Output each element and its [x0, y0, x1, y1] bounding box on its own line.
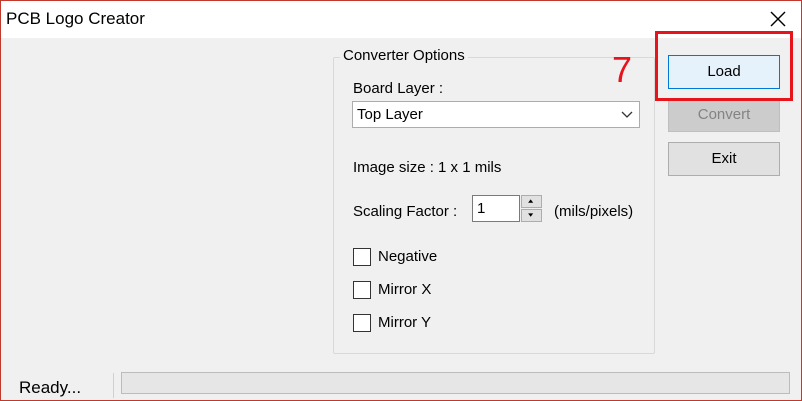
load-button-highlight	[655, 31, 793, 101]
spin-up-button[interactable]	[521, 195, 542, 208]
convert-button[interactable]: Convert	[668, 98, 780, 132]
status-bar: Ready...	[4, 371, 800, 400]
step-number-annotation: 7	[612, 49, 633, 90]
progress-bar	[121, 372, 790, 394]
chevron-down-icon	[621, 111, 633, 118]
mirror-y-checkbox[interactable]	[353, 314, 371, 332]
close-icon[interactable]	[767, 8, 789, 30]
pcb-logo-creator-window: PCB Logo Creator Converter Options Board…	[0, 0, 802, 401]
image-size-text: Image size : 1 x 1 mils	[353, 159, 502, 176]
negative-checkbox[interactable]	[353, 248, 371, 266]
mirror-y-label: Mirror Y	[378, 314, 432, 331]
triangle-up-icon	[528, 199, 534, 203]
scaling-factor-input[interactable]: 1	[472, 195, 520, 222]
board-layer-label: Board Layer :	[353, 80, 444, 97]
scaling-factor-spinner	[521, 195, 542, 222]
scaling-unit-label: (mils/pixels)	[554, 203, 634, 220]
spin-down-button[interactable]	[521, 209, 542, 222]
mirror-x-label: Mirror X	[378, 281, 432, 298]
exit-button[interactable]: Exit	[668, 142, 780, 176]
status-divider	[113, 373, 114, 398]
board-layer-dropdown[interactable]: Top Layer	[352, 101, 640, 128]
window-title: PCB Logo Creator	[6, 9, 145, 28]
triangle-down-icon	[528, 213, 534, 217]
negative-label: Negative	[378, 248, 438, 265]
converter-options-title: Converter Options	[340, 47, 468, 64]
scaling-factor-value: 1	[477, 200, 486, 217]
scaling-factor-label: Scaling Factor :	[353, 203, 458, 220]
image-preview-area	[4, 39, 332, 369]
board-layer-value: Top Layer	[357, 106, 423, 123]
mirror-x-checkbox[interactable]	[353, 281, 371, 299]
status-text: Ready...	[19, 378, 82, 397]
